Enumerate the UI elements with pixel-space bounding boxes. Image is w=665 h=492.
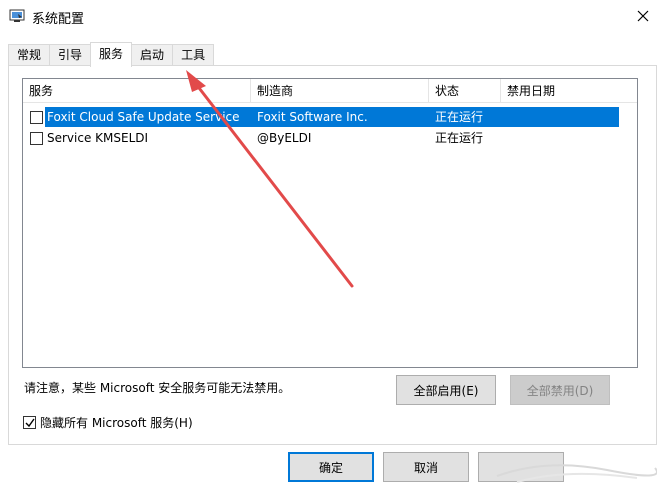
tab-general[interactable]: 常规 [8,44,51,66]
cancel-button[interactable]: 取消 [383,452,469,482]
service-status: 正在运行 [435,131,484,145]
table-row[interactable]: Service KMSELDI @ByELDI 正在运行 [23,128,619,148]
column-header-status[interactable]: 状态 [429,79,501,103]
column-header-disable-date[interactable]: 禁用日期 [501,79,637,103]
column-header-vendor[interactable]: 制造商 [251,79,429,103]
msconfig-app-icon [9,9,25,23]
service-vendor: Foxit Software Inc. [257,110,368,124]
service-checkbox[interactable] [30,132,43,145]
enable-all-button[interactable]: 全部启用(E) [396,375,496,405]
tab-boot[interactable]: 引导 [49,44,92,66]
checkmark-icon [25,418,35,428]
hide-ms-services-label: 隐藏所有 Microsoft 服务(H) [40,416,193,430]
tab-startup[interactable]: 启动 [131,44,174,66]
watermark-logo-icon [496,464,657,483]
services-panel: 服务 制造商 状态 禁用日期 Foxit Cloud Safe Update S… [8,65,657,445]
hide-ms-services-checkbox[interactable] [23,416,36,429]
tab-tools[interactable]: 工具 [172,44,215,66]
system-config-window: 系统配置 常规 引导 服务 启动 工具 服务 制造商 状态 禁用日期 Foxit [0,0,665,492]
services-list-header: 服务 制造商 状态 禁用日期 [23,79,637,103]
service-name: Foxit Cloud Safe Update Service [47,110,240,124]
title-bar: 系统配置 [0,0,665,32]
table-row[interactable]: Foxit Cloud Safe Update Service Foxit So… [23,107,619,127]
microsoft-services-note: 请注意，某些 Microsoft 安全服务可能无法禁用。 [24,381,291,395]
services-list[interactable]: 服务 制造商 状态 禁用日期 Foxit Cloud Safe Update S… [22,78,638,368]
tab-strip: 常规 引导 服务 启动 工具 [8,42,215,67]
hide-ms-services-option[interactable]: 隐藏所有 Microsoft 服务(H) [23,414,193,431]
service-name: Service KMSELDI [47,131,149,145]
disable-all-button[interactable]: 全部禁用(D) [510,375,610,405]
tab-services[interactable]: 服务 [90,42,133,67]
column-header-service[interactable]: 服务 [23,79,251,103]
close-button[interactable] [621,0,665,32]
service-status: 正在运行 [435,110,484,124]
ok-button[interactable]: 确定 [288,452,374,482]
service-vendor: @ByELDI [257,131,312,145]
service-checkbox[interactable] [30,111,43,124]
close-icon [637,10,649,22]
window-title: 系统配置 [32,12,85,27]
